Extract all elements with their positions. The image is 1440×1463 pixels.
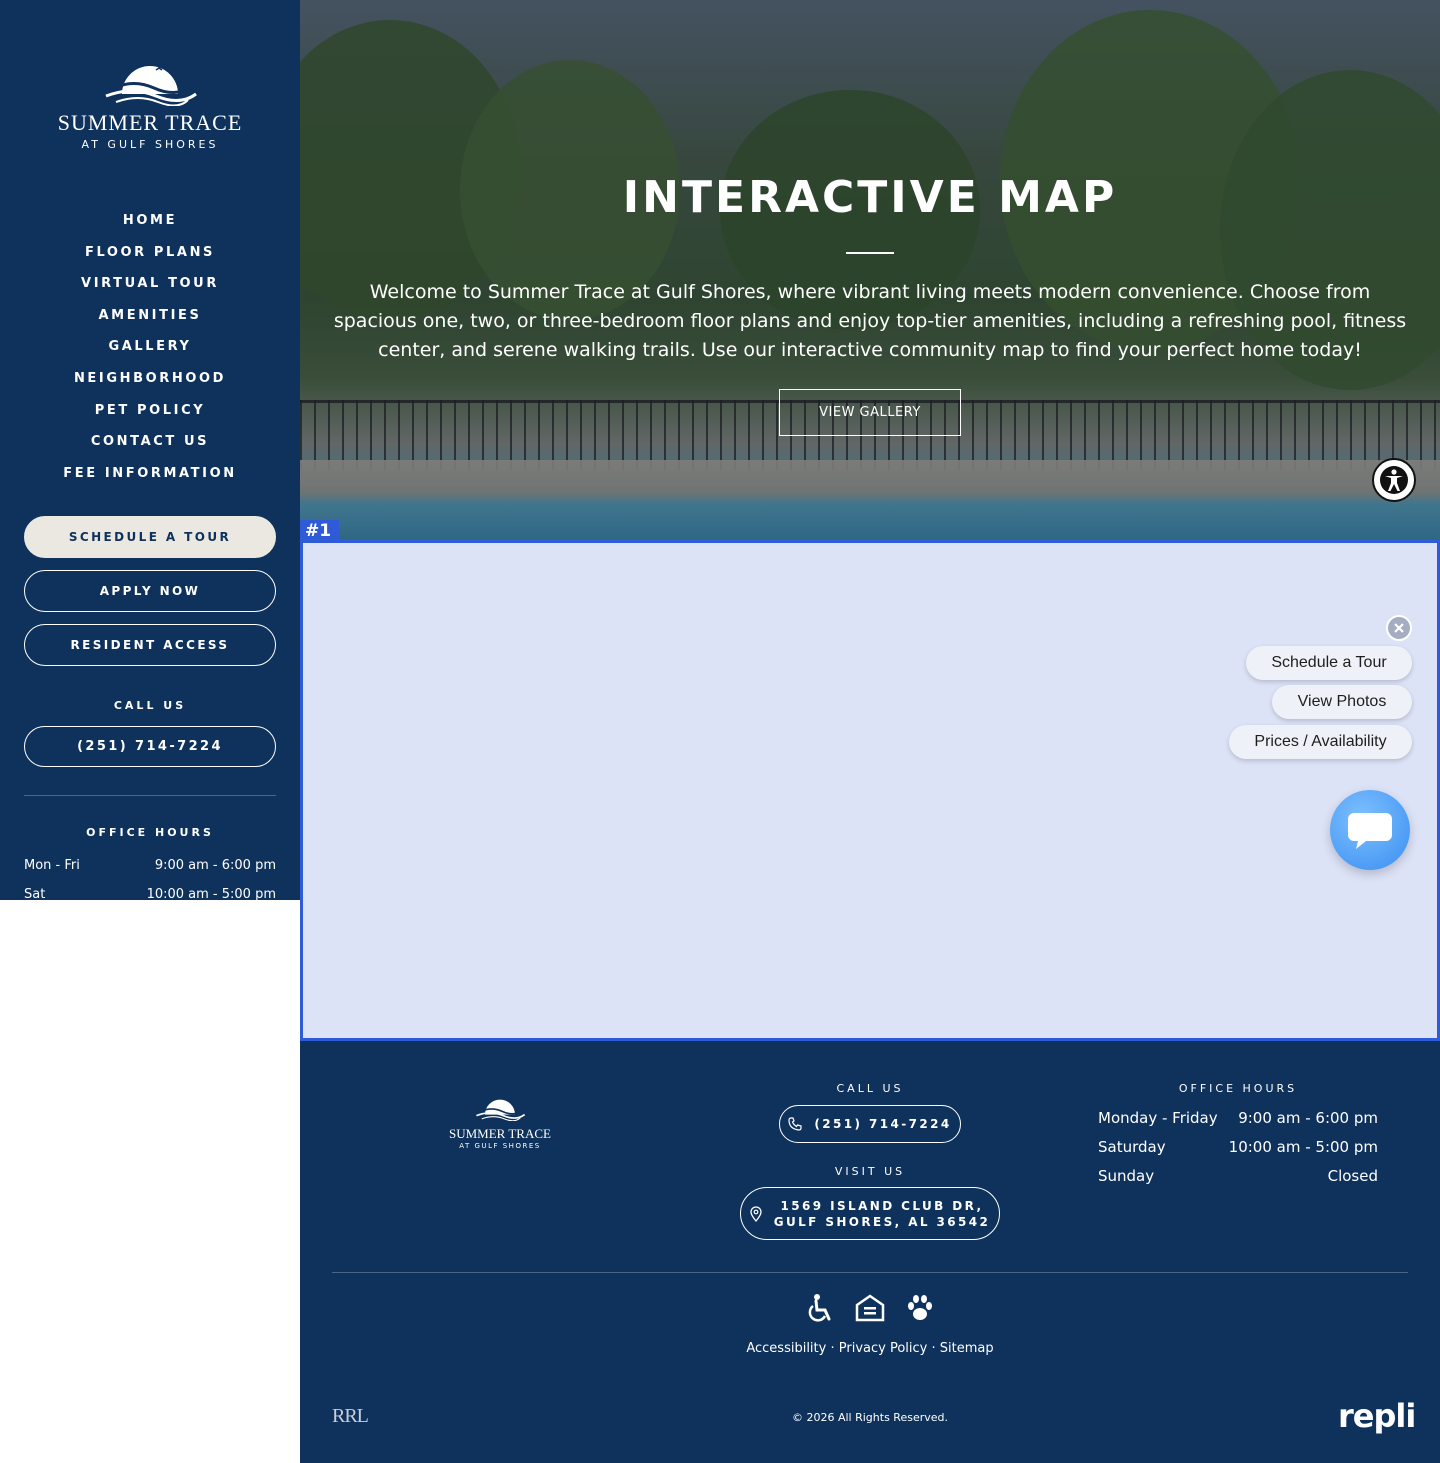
logo-title: SUMMER TRACE [57, 110, 243, 135]
footer-logo[interactable]: SUMMER TRACE AT GULF SHORES [440, 1091, 560, 1150]
footer-links: Accessibility · Privacy Policy · Sitemap [300, 1341, 1440, 1356]
hero-overlay [300, 0, 1440, 540]
nav-item-contact-us[interactable]: CONTACT US [0, 426, 300, 458]
region-tag: #1 [300, 520, 339, 542]
hours-row: Sat 10:00 am - 5:00 pm [24, 887, 276, 900]
nav-item-fee-information[interactable]: FEE INFORMATION [0, 458, 300, 490]
footer-hours-row: Saturday 10:00 am - 5:00 pm [1098, 1138, 1378, 1156]
hours-time: 9:00 am - 6:00 pm [1238, 1109, 1378, 1127]
nav-item-gallery[interactable]: GALLERY [0, 331, 300, 363]
paw-icon[interactable] [905, 1293, 935, 1323]
nav-item-virtual-tour[interactable]: VIRTUAL TOUR [0, 268, 300, 300]
sidebar-divider [24, 795, 276, 796]
accessibility-widget-button[interactable] [1372, 458, 1416, 502]
logo-sun-wave-icon [105, 60, 197, 106]
interactive-map[interactable] [300, 540, 1440, 1041]
footer-compliance-icons [805, 1293, 935, 1323]
site-footer: SUMMER TRACE AT GULF SHORES CALL US (251… [300, 1041, 1440, 1463]
view-photos-chip[interactable]: View Photos [1272, 685, 1412, 719]
hours-day: Sat [24, 887, 46, 900]
sidebar: SUMMER TRACE AT GULF SHORES HOME FLOOR P… [0, 0, 300, 900]
hours-time: 10:00 am - 5:00 pm [1228, 1138, 1378, 1156]
view-gallery-button[interactable]: VIEW GALLERY [779, 389, 961, 436]
footer-logo-subtitle: AT GULF SHORES [459, 1142, 541, 1150]
resident-access-button[interactable]: RESIDENT ACCESS [24, 624, 276, 666]
office-hours-label: OFFICE HOURS [86, 826, 214, 839]
footer-hours-row: Monday - Friday 9:00 am - 6:00 pm [1098, 1109, 1378, 1127]
chat-button[interactable] [1330, 790, 1410, 870]
footer-address-button[interactable]: 1569 ISLAND CLUB DR, GULF SHORES, AL 365… [740, 1187, 1000, 1240]
footer-hours-row: Sunday Closed [1098, 1167, 1378, 1185]
schedule-tour-button[interactable]: SCHEDULE A TOUR [24, 516, 276, 558]
footer-phone-button[interactable]: (251) 714-7224 [779, 1105, 961, 1143]
link-separator: · [830, 1341, 835, 1356]
hours-day: Saturday [1098, 1138, 1166, 1156]
schedule-tour-chip[interactable]: Schedule a Tour [1246, 646, 1412, 680]
page-title: INTERACTIVE MAP [622, 172, 1118, 223]
apply-now-button[interactable]: APPLY NOW [24, 570, 276, 612]
logo-sun-wave-icon [476, 1099, 526, 1122]
wheelchair-icon[interactable] [805, 1293, 835, 1323]
footer-logo-title: SUMMER TRACE [449, 1126, 551, 1141]
address-line-2: GULF SHORES, AL 36542 [773, 1214, 991, 1229]
hours-time: Closed [1327, 1167, 1378, 1185]
nav-item-home[interactable]: HOME [0, 205, 300, 237]
accessibility-link[interactable]: Accessibility [746, 1341, 826, 1356]
copyright: © 2026 All Rights Reserved. [791, 1411, 948, 1424]
hours-time: 10:00 am - 5:00 pm [146, 887, 276, 900]
nav-item-amenities[interactable]: AMENITIES [0, 300, 300, 332]
footer-visit-label: VISIT US [834, 1165, 906, 1178]
main-nav: HOME FLOOR PLANS VIRTUAL TOUR AMENITIES … [0, 205, 300, 489]
footer-call-label: CALL US [836, 1082, 904, 1095]
hours-day: Sunday [1098, 1167, 1155, 1185]
nav-item-neighborhood[interactable]: NEIGHBORHOOD [0, 363, 300, 395]
nav-item-floor-plans[interactable]: FLOOR PLANS [0, 237, 300, 269]
close-button[interactable] [1386, 615, 1412, 641]
repli-logo-text: repli [1338, 1397, 1416, 1435]
footer-address: 1569 ISLAND CLUB DR, GULF SHORES, AL 365… [774, 1198, 991, 1230]
hours-day: Mon - Fri [24, 858, 80, 873]
link-separator: · [931, 1341, 936, 1356]
sidebar-logo[interactable]: SUMMER TRACE AT GULF SHORES [0, 50, 300, 151]
title-underline [846, 252, 894, 254]
close-icon [1394, 623, 1404, 633]
footer-phone-text: (251) 714-7224 [814, 1117, 952, 1131]
equal-housing-icon[interactable] [855, 1293, 885, 1323]
phone-icon [788, 1117, 802, 1131]
footer-divider [332, 1272, 1408, 1273]
address-line-1: 1569 ISLAND CLUB DR, [780, 1198, 984, 1213]
logo-subtitle: AT GULF SHORES [81, 138, 219, 151]
hero-banner: INTERACTIVE MAP Welcome to Summer Trace … [300, 0, 1440, 540]
hours-row: Mon - Fri 9:00 am - 6:00 pm [24, 858, 276, 873]
prices-availability-chip[interactable]: Prices / Availability [1229, 725, 1412, 759]
call-us-label: CALL US [113, 699, 187, 712]
nav-item-pet-policy[interactable]: PET POLICY [0, 395, 300, 427]
repli-logo[interactable]: repli [1338, 1397, 1416, 1435]
hours-time: 9:00 am - 6:00 pm [154, 858, 276, 873]
footer-hours-label: OFFICE HOURS [1178, 1082, 1298, 1095]
hours-day: Monday - Friday [1098, 1109, 1218, 1127]
phone-button[interactable]: (251) 714-7224 [24, 726, 276, 767]
accessibility-person-icon [1380, 466, 1408, 494]
hero-description: Welcome to Summer Trace at Gulf Shores, … [333, 281, 1407, 361]
map-pin-icon [750, 1205, 762, 1222]
chat-bubble-icon [1348, 813, 1392, 849]
privacy-policy-link[interactable]: Privacy Policy [839, 1341, 928, 1356]
sitemap-link[interactable]: Sitemap [940, 1341, 994, 1356]
